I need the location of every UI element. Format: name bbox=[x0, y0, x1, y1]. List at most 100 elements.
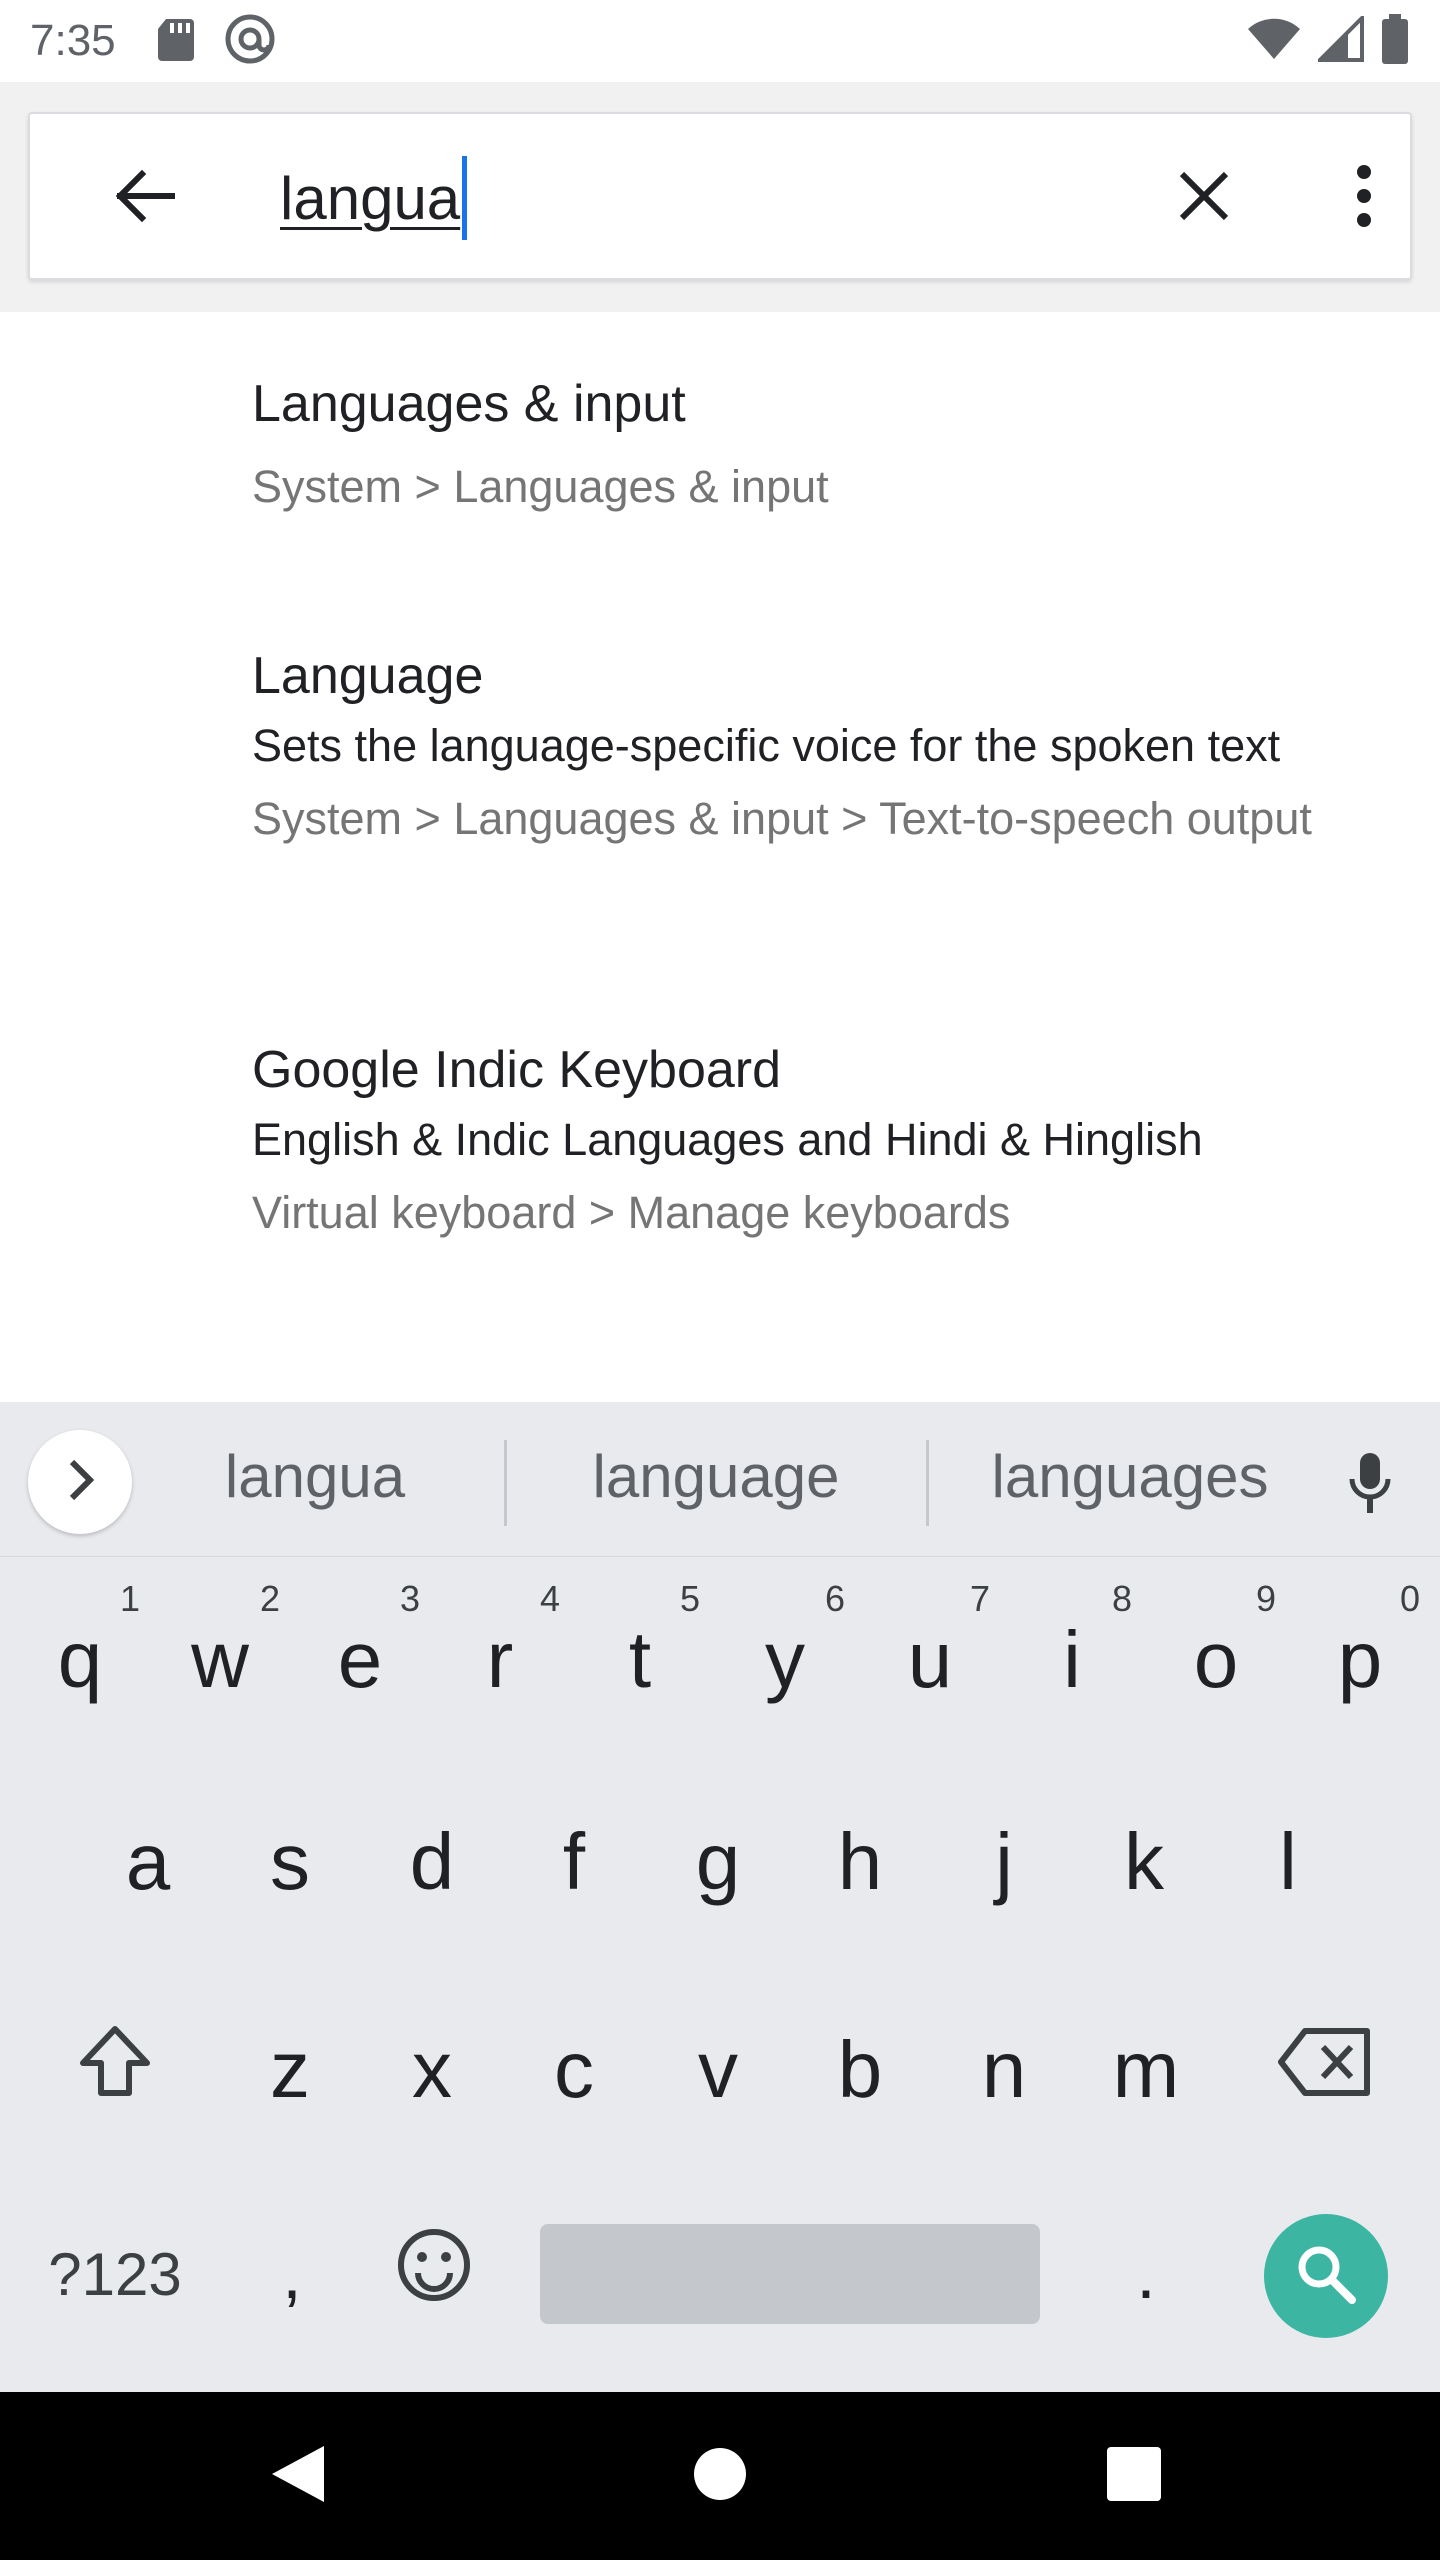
key-a[interactable]: a bbox=[78, 1772, 218, 1952]
battery-icon bbox=[1380, 13, 1410, 69]
result-path: System > Languages & input bbox=[252, 461, 829, 512]
key-r[interactable]: r4 bbox=[430, 1570, 570, 1750]
result-item[interactable]: Language Sets the language-specific voic… bbox=[252, 644, 1402, 848]
nav-back-icon bbox=[266, 2442, 330, 2511]
key-y[interactable]: y6 bbox=[715, 1570, 855, 1750]
key-hint: 4 bbox=[539, 1578, 560, 1619]
key-hint: 9 bbox=[1255, 1578, 1276, 1619]
key-n[interactable]: n bbox=[934, 1980, 1074, 2160]
nav-recents-button[interactable] bbox=[1092, 2434, 1176, 2518]
mic-icon bbox=[1346, 1451, 1394, 1520]
key-x[interactable]: x bbox=[362, 1980, 502, 2160]
key-label: w bbox=[191, 1615, 249, 1704]
navigation-bar bbox=[0, 2392, 1440, 2560]
keyboard: langua language languages q1 w2 e3 r4 t5… bbox=[0, 1402, 1440, 2392]
suggestion-item[interactable]: languages bbox=[960, 1442, 1300, 1511]
result-title: Languages & input bbox=[252, 375, 686, 433]
key-i[interactable]: i8 bbox=[1002, 1570, 1142, 1750]
result-summary: Sets the language-specific voice for the… bbox=[252, 720, 1281, 771]
key-q[interactable]: q1 bbox=[10, 1570, 150, 1750]
key-k[interactable]: k bbox=[1074, 1772, 1214, 1952]
search-query-text: langua bbox=[280, 164, 461, 232]
status-icons-right bbox=[1246, 12, 1410, 69]
key-g[interactable]: g bbox=[648, 1772, 788, 1952]
key-u[interactable]: u7 bbox=[860, 1570, 1000, 1750]
search-key[interactable] bbox=[1264, 2214, 1388, 2338]
more-vert-icon bbox=[1354, 164, 1374, 233]
nav-home-button[interactable] bbox=[678, 2434, 762, 2518]
arrow-back-icon bbox=[112, 164, 176, 233]
shift-icon bbox=[77, 2023, 153, 2118]
key-w[interactable]: w2 bbox=[150, 1570, 290, 1750]
search-input[interactable]: langua bbox=[280, 150, 1080, 246]
status-bar: 7:35 bbox=[0, 0, 1440, 82]
at-sign-icon bbox=[224, 13, 276, 70]
status-time: 7:35 bbox=[30, 16, 116, 65]
emoji-icon bbox=[396, 2227, 472, 2322]
key-label: o bbox=[1193, 1615, 1239, 1704]
text-cursor bbox=[462, 156, 468, 240]
key-label: y bbox=[765, 1615, 805, 1704]
backspace-icon bbox=[1277, 2024, 1373, 2116]
emoji-key[interactable] bbox=[364, 2184, 504, 2364]
search-results: Languages & input System > Languages & i… bbox=[0, 312, 1440, 1402]
key-m[interactable]: m bbox=[1076, 1980, 1216, 2160]
key-label: u bbox=[907, 1615, 953, 1704]
key-b[interactable]: b bbox=[790, 1980, 930, 2160]
more-options-button[interactable] bbox=[1320, 154, 1408, 242]
period-key[interactable]: . bbox=[1076, 2184, 1216, 2364]
wifi-icon bbox=[1246, 17, 1302, 66]
key-j[interactable]: j bbox=[934, 1772, 1074, 1952]
key-label: r bbox=[486, 1615, 514, 1704]
result-path: Virtual keyboard > Manage keyboards bbox=[252, 1187, 1011, 1238]
result-item[interactable]: Google Indic Keyboard English & Indic La… bbox=[252, 1038, 1402, 1242]
key-hint: 0 bbox=[1399, 1578, 1420, 1619]
suggestion-divider bbox=[926, 1440, 929, 1526]
back-button[interactable] bbox=[100, 154, 188, 242]
search-bar: langua bbox=[28, 112, 1412, 280]
nav-back-button[interactable] bbox=[256, 2434, 340, 2518]
key-z[interactable]: z bbox=[220, 1980, 360, 2160]
key-h[interactable]: h bbox=[790, 1772, 930, 1952]
result-item[interactable]: Languages & input System > Languages & i… bbox=[252, 372, 1402, 516]
chevron-right-icon bbox=[60, 1456, 100, 1509]
shift-key[interactable] bbox=[40, 1980, 190, 2160]
cell-signal-icon bbox=[1315, 12, 1364, 67]
symbols-key[interactable]: ?123 bbox=[20, 2184, 210, 2364]
key-label: t bbox=[628, 1615, 652, 1704]
key-f[interactable]: f bbox=[504, 1772, 644, 1952]
sd-card-icon bbox=[156, 17, 196, 66]
suggestion-item[interactable]: langua bbox=[180, 1442, 450, 1511]
key-o[interactable]: o9 bbox=[1146, 1570, 1286, 1750]
search-icon bbox=[1294, 2242, 1358, 2311]
status-icons-left bbox=[156, 13, 276, 70]
key-hint: 3 bbox=[399, 1578, 420, 1619]
key-label: i bbox=[1063, 1615, 1081, 1704]
key-d[interactable]: d bbox=[362, 1772, 502, 1952]
suggestion-divider bbox=[504, 1440, 507, 1526]
backspace-key[interactable] bbox=[1250, 1980, 1400, 2160]
key-l[interactable]: l bbox=[1218, 1772, 1358, 1952]
key-s[interactable]: s bbox=[220, 1772, 360, 1952]
voice-input-button[interactable] bbox=[1330, 1440, 1410, 1530]
key-e[interactable]: e3 bbox=[290, 1570, 430, 1750]
key-v[interactable]: v bbox=[648, 1980, 788, 2160]
nav-home-icon bbox=[692, 2446, 748, 2507]
suggestion-item[interactable]: language bbox=[556, 1442, 876, 1511]
key-p[interactable]: p0 bbox=[1290, 1570, 1430, 1750]
expand-toolbar-button[interactable] bbox=[28, 1430, 132, 1534]
result-summary: English & Indic Languages and Hindi & Hi… bbox=[252, 1114, 1203, 1165]
key-t[interactable]: t5 bbox=[570, 1570, 710, 1750]
key-hint: 5 bbox=[679, 1578, 700, 1619]
key-hint: 1 bbox=[119, 1578, 140, 1619]
space-key[interactable] bbox=[540, 2224, 1040, 2324]
clear-button[interactable] bbox=[1160, 154, 1248, 242]
nav-recents-icon bbox=[1107, 2446, 1161, 2506]
key-hint: 6 bbox=[824, 1578, 845, 1619]
result-path: System > Languages & input > Text-to-spe… bbox=[252, 793, 1312, 844]
close-icon bbox=[1176, 168, 1232, 229]
key-c[interactable]: c bbox=[504, 1980, 644, 2160]
comma-key[interactable]: , bbox=[222, 2184, 362, 2364]
key-hint: 7 bbox=[969, 1578, 990, 1619]
key-hint: 2 bbox=[259, 1578, 280, 1619]
